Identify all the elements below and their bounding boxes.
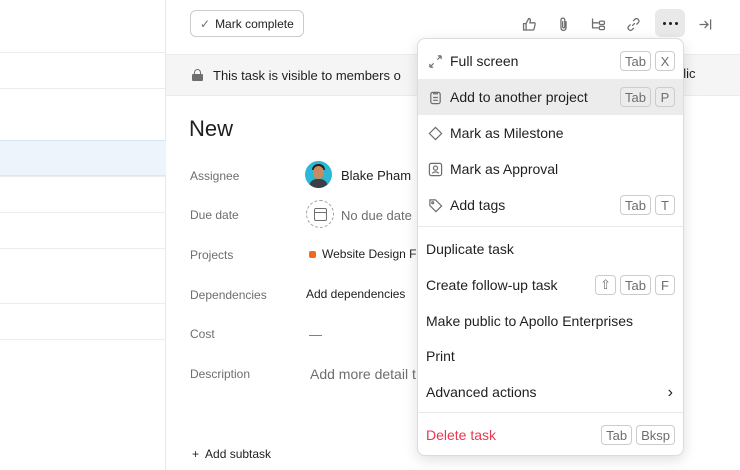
attachment-icon[interactable]	[551, 12, 575, 36]
mark-complete-button[interactable]: ✓ Mark complete	[190, 10, 304, 37]
shortcut-key: Tab	[601, 425, 633, 445]
shortcut-key: Tab	[620, 195, 651, 215]
menu-item-label: Mark as Approval	[450, 161, 559, 177]
dependencies-label: Dependencies	[190, 288, 267, 302]
menu-item-duplicate-task[interactable]: Duplicate task	[418, 231, 683, 267]
due-date-label: Due date	[190, 208, 239, 222]
projects-label: Projects	[190, 248, 234, 262]
more-icon	[662, 21, 666, 25]
calendar-icon[interactable]	[306, 200, 334, 228]
task-title[interactable]: New	[189, 116, 233, 142]
due-date-value[interactable]: No due date	[341, 208, 412, 223]
menu-item-create-follow-up-task[interactable]: Create follow-up task ⇧ Tab F	[418, 267, 683, 303]
cost-label: Cost	[190, 327, 215, 341]
shortcut-key: X	[655, 51, 675, 71]
lock-icon	[192, 69, 203, 81]
menu-item-add-tags[interactable]: Add tags Tab T	[418, 187, 683, 223]
menu-item-label: Duplicate task	[426, 241, 514, 257]
menu-item-label: Make public to Apollo Enterprises	[426, 313, 633, 329]
shortcut-key: P	[655, 87, 675, 107]
menu-item-full-screen[interactable]: Full screen Tab X	[418, 43, 683, 79]
menu-item-label: Full screen	[450, 53, 519, 69]
clipboard-icon	[427, 89, 443, 105]
menu-item-add-to-another-project[interactable]: Add to another project Tab P	[418, 79, 683, 115]
shortcut-key: Tab	[620, 87, 651, 107]
plus-icon: +	[192, 447, 200, 461]
menu-item-print[interactable]: Print	[418, 338, 683, 374]
more-actions-menu: Full screen Tab X Add to another project …	[417, 38, 684, 456]
description-label: Description	[190, 367, 251, 381]
add-subtask-label: Add subtask	[205, 447, 272, 461]
menu-item-label: Print	[426, 348, 455, 364]
project-value[interactable]: Website Design F	[322, 247, 416, 261]
expand-icon	[427, 53, 443, 69]
like-icon[interactable]	[517, 12, 541, 36]
menu-item-mark-as-approval[interactable]: Mark as Approval	[418, 151, 683, 187]
menu-item-mark-as-milestone[interactable]: Mark as Milestone	[418, 115, 683, 151]
task-list-pane	[0, 0, 166, 470]
mark-complete-label: Mark complete	[215, 16, 294, 31]
add-subtask-button[interactable]: + Add subtask	[192, 447, 271, 461]
menu-item-label: Delete task	[426, 427, 497, 443]
cost-value[interactable]: —	[309, 327, 322, 342]
task-list-row[interactable]	[0, 339, 166, 340]
task-list-row[interactable]	[0, 248, 166, 303]
task-list-row[interactable]	[0, 303, 166, 339]
chevron-right-icon: ›	[667, 384, 673, 401]
task-list-row[interactable]	[0, 176, 166, 212]
menu-item-advanced-actions[interactable]: Advanced actions ›	[418, 374, 683, 410]
add-dependencies-link[interactable]: Add dependencies	[306, 287, 405, 301]
shortcut-key: Bksp	[636, 425, 675, 445]
task-list-row[interactable]	[0, 212, 166, 248]
link-icon[interactable]	[621, 12, 645, 36]
subtask-icon[interactable]	[586, 12, 610, 36]
shortcut-key: ⇧	[595, 275, 617, 295]
menu-item-label: Add to another project	[450, 89, 588, 105]
check-icon: ✓	[200, 16, 211, 31]
assignee-value[interactable]: Blake Pham	[341, 168, 411, 183]
menu-item-label: Advanced actions	[426, 384, 537, 400]
diamond-icon	[427, 125, 443, 141]
approval-icon	[427, 161, 443, 177]
shortcut-key: T	[655, 195, 675, 215]
task-list-row[interactable]	[0, 52, 166, 88]
menu-item-label: Mark as Milestone	[450, 125, 564, 141]
description-field[interactable]: Add more detail t	[310, 366, 416, 382]
shortcut-key: Tab	[620, 275, 651, 295]
menu-item-label: Create follow-up task	[426, 277, 558, 293]
shortcut-key: F	[655, 275, 675, 295]
avatar[interactable]	[305, 161, 332, 188]
visibility-banner-text: This task is visible to members o	[213, 67, 401, 83]
close-pane-icon[interactable]	[693, 12, 717, 36]
shortcut-key: Tab	[620, 51, 651, 71]
menu-item-label: Add tags	[450, 197, 506, 213]
menu-item-make-public[interactable]: Make public to Apollo Enterprises	[418, 303, 683, 339]
assignee-label: Assignee	[190, 169, 240, 183]
tag-icon	[427, 197, 443, 213]
menu-divider	[418, 412, 683, 413]
menu-item-delete-task[interactable]: Delete task Tab Bksp	[418, 417, 683, 453]
task-list-row-selected[interactable]	[0, 140, 166, 176]
menu-divider	[418, 226, 683, 227]
more-actions-button[interactable]	[655, 9, 685, 37]
project-color-dot	[309, 251, 316, 258]
task-list-row[interactable]	[0, 88, 166, 140]
